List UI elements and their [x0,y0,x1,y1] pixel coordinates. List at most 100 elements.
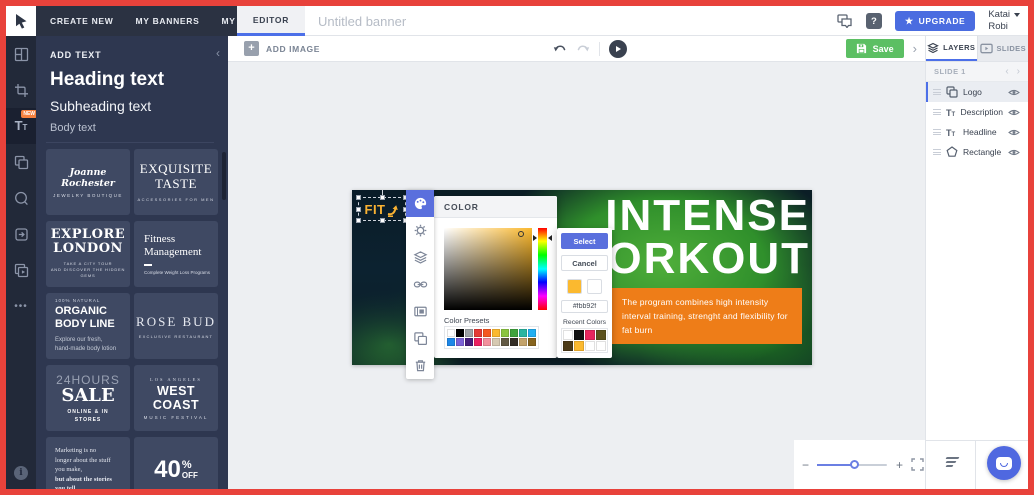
undo-icon[interactable] [553,44,567,54]
upgrade-button[interactable]: ★ UPGRADE [895,11,975,31]
color-swatch[interactable] [563,330,573,340]
template-card[interactable]: 40 % OFF [134,437,218,489]
layer-row-description[interactable]: TT Description [926,102,1028,122]
nav-my-banners[interactable]: MY BANNERS [136,16,200,26]
color-swatch[interactable] [501,329,509,337]
color-swatch[interactable] [574,330,584,340]
color-swatch[interactable] [447,329,455,337]
current-color-swatch[interactable] [567,279,582,294]
resize-handle-nw[interactable] [356,195,361,200]
template-card[interactable]: 24HOURS SALE ONLINE & IN STORES [46,365,130,431]
media-button[interactable] [406,298,434,325]
color-swatch[interactable] [574,341,584,351]
drag-handle-icon[interactable] [933,89,941,95]
color-swatch[interactable] [465,329,473,337]
color-swatch[interactable] [492,338,500,346]
color-swatch[interactable] [456,329,464,337]
template-card[interactable]: EXPLORE LONDON TAKE A CITY TOUR AND DISC… [46,221,130,287]
color-tool-button[interactable] [406,190,434,217]
text-tool[interactable]: TT NEW [6,108,36,144]
delete-button[interactable] [406,352,434,379]
add-subheading-text[interactable]: Subheading text [50,98,151,114]
visibility-eye-icon[interactable] [1008,88,1020,97]
color-swatch[interactable] [519,338,527,346]
duplicate-button[interactable] [406,325,434,352]
resize-handle-w[interactable] [356,207,361,212]
add-heading-text[interactable]: Heading text [50,69,164,91]
template-card[interactable]: ROSE BUD EXCLUSIVE RESTAURANT [134,293,218,359]
resize-handle-sw[interactable] [356,218,361,223]
layer-row-logo[interactable]: Logo [926,82,1028,102]
tab-layers[interactable]: LAYERS [926,36,977,61]
collapse-panel-icon[interactable]: ‹ [216,46,220,60]
color-swatch[interactable] [528,338,536,346]
visibility-eye-icon[interactable] [1008,128,1020,137]
hue-slider[interactable] [538,228,547,310]
hex-color-input[interactable] [561,300,608,313]
color-swatch[interactable] [585,330,595,340]
settings-button[interactable] [406,217,434,244]
template-card[interactable]: Marketing is no longer about the stuff y… [46,437,130,489]
drag-handle-icon[interactable] [933,149,941,155]
document-title[interactable]: Untitled banner [318,14,406,29]
cancel-button[interactable]: Cancel [561,255,608,271]
user-menu[interactable]: Katai Robi [988,9,1020,33]
prev-slide-icon[interactable]: ‹ [1005,66,1008,77]
resize-handle-s[interactable] [380,218,385,223]
color-swatch[interactable] [483,329,491,337]
saturation-gradient[interactable] [444,228,532,310]
color-swatch[interactable] [474,338,482,346]
color-swatch[interactable] [596,330,606,340]
zoom-in-button[interactable]: + [896,459,903,471]
color-swatch[interactable] [492,329,500,337]
color-swatch[interactable] [447,338,455,346]
template-card[interactable]: EXQUISITE TASTE ACCESSORIES FOR MEN [134,149,218,215]
crop-tool[interactable] [6,72,36,108]
button-tool[interactable] [6,216,36,252]
stats-icon[interactable] [946,457,959,467]
previous-color-swatch[interactable] [587,279,602,294]
next-slide-icon[interactable]: › [1017,66,1020,77]
template-card[interactable]: 100% NATURAL ORGANIC BODY LINE Explore o… [46,293,130,359]
color-swatch[interactable] [474,329,482,337]
banner-description[interactable]: The program combines high intensity inte… [612,288,802,344]
template-card[interactable]: Fitness Management Complete Weight Loss … [134,221,218,287]
zoom-slider[interactable] [817,464,887,466]
slides-tool[interactable] [6,252,36,288]
template-card[interactable]: LOS ANGELES WEST COAST MUSIC FESTIVAL [134,365,218,431]
selected-logo-element[interactable]: FIT [358,197,406,221]
visibility-eye-icon[interactable] [1008,108,1020,117]
layer-row-headline[interactable]: TT Headline [926,122,1028,142]
color-swatch[interactable] [510,338,518,346]
color-swatch[interactable] [501,338,509,346]
color-swatch[interactable] [563,341,573,351]
template-card[interactable]: Joanne Rochester JEWELRY BOUTIQUE [46,149,130,215]
color-swatch[interactable] [585,341,595,351]
zoom-out-button[interactable]: − [802,459,809,471]
color-swatch[interactable] [456,338,464,346]
chat-support-button[interactable] [987,446,1021,480]
color-swatch[interactable] [465,338,473,346]
panel-scrollbar[interactable] [222,152,226,200]
link-button[interactable] [406,271,434,298]
fit-screen-icon[interactable] [911,458,924,471]
color-swatch[interactable] [596,341,606,351]
redo-icon[interactable] [576,44,590,54]
color-swatch[interactable] [510,329,518,337]
resize-handle-n[interactable] [380,195,385,200]
preview-play-button[interactable] [609,40,627,58]
drag-handle-icon[interactable] [933,129,941,135]
tab-editor[interactable]: EDITOR [237,6,305,36]
info-icon[interactable]: i [14,466,28,480]
color-swatch[interactable] [528,329,536,337]
layer-row-rectangle[interactable]: Rectangle [926,142,1028,162]
color-swatch[interactable] [483,338,491,346]
app-logo[interactable] [6,6,36,36]
feedback-icon[interactable] [837,14,853,28]
help-icon[interactable]: ? [866,13,882,29]
tab-slides[interactable]: SLIDES [977,36,1029,61]
layers-button[interactable] [406,244,434,271]
gradient-marker[interactable] [518,231,524,237]
select-button[interactable]: Select [561,233,608,249]
images-tool[interactable] [6,144,36,180]
